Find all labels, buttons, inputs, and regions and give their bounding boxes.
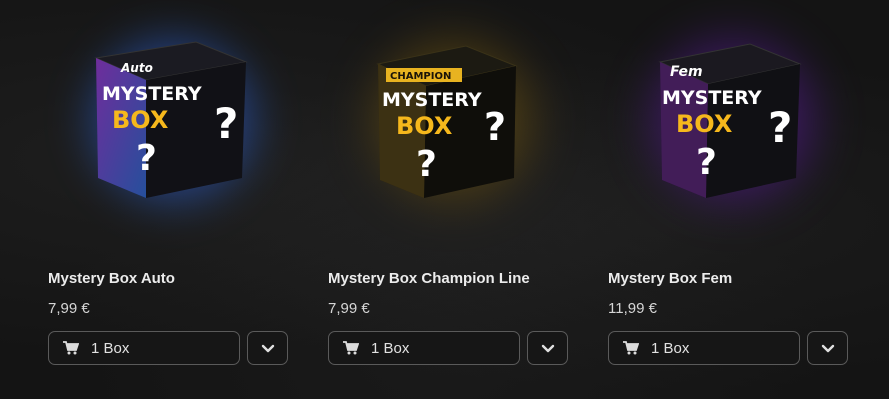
box-main-line1: MYSTERY <box>102 83 202 105</box>
chevron-down-icon <box>821 344 834 352</box>
mystery-box-image: Auto MYSTERY BOX ? ? <box>94 41 248 198</box>
box-main-line2: BOX <box>112 106 169 134</box>
product-price: 7,99 € <box>328 300 370 317</box>
box-top-word: CHAMPION <box>390 71 451 82</box>
box-main-line2: BOX <box>676 110 733 138</box>
cart-icon <box>343 341 359 355</box>
box-main-line1: MYSTERY <box>382 89 482 111</box>
question-mark-icon: ? <box>484 105 506 149</box>
question-mark-icon: ? <box>768 103 792 152</box>
quantity-label: 1 Box <box>651 339 690 357</box>
mystery-box-image: Fem MYSTERY BOX ? ? <box>658 43 802 198</box>
quantity-select[interactable]: 1 Box <box>328 331 520 365</box>
quantity-select[interactable]: 1 Box <box>48 331 240 365</box>
product-card-fem: Fem MYSTERY BOX ? ? Mystery Box Fem 11,9… <box>608 0 850 399</box>
chevron-down-icon <box>261 344 274 352</box>
quantity-label: 1 Box <box>91 339 130 357</box>
product-card-auto: Auto MYSTERY BOX ? ? Mystery Box Auto 7,… <box>48 0 290 399</box>
question-mark-icon: ? <box>416 144 437 185</box>
cart-icon <box>623 341 639 355</box>
chevron-down-icon <box>541 344 554 352</box>
product-price: 11,99 € <box>608 300 657 317</box>
product-image[interactable]: Fem MYSTERY BOX ? ? <box>608 0 850 240</box>
product-card-champion-line: CHAMPION MYSTERY BOX ? ? Mystery Box Cha… <box>328 0 570 399</box>
question-mark-icon: ? <box>214 99 238 148</box>
cart-icon <box>63 341 79 355</box>
dropdown-button[interactable] <box>247 331 288 365</box>
product-title[interactable]: Mystery Box Champion Line <box>328 270 530 287</box>
question-mark-icon: ? <box>136 138 157 179</box>
product-price: 7,99 € <box>48 300 90 317</box>
question-mark-icon: ? <box>696 142 717 183</box>
quantity-label: 1 Box <box>371 339 410 357</box>
mystery-box-image: CHAMPION MYSTERY BOX ? ? <box>376 45 518 198</box>
box-main-line1: MYSTERY <box>662 87 762 109</box>
dropdown-button[interactable] <box>807 331 848 365</box>
box-top-word: Fem <box>670 64 703 80</box>
product-image[interactable]: CHAMPION MYSTERY BOX ? ? <box>328 0 570 240</box>
box-top-word: Auto <box>120 61 153 75</box>
product-title[interactable]: Mystery Box Fem <box>608 270 732 287</box>
quantity-select[interactable]: 1 Box <box>608 331 800 365</box>
product-image[interactable]: Auto MYSTERY BOX ? ? <box>48 0 290 240</box>
product-title[interactable]: Mystery Box Auto <box>48 270 175 287</box>
box-main-line2: BOX <box>396 112 453 140</box>
dropdown-button[interactable] <box>527 331 568 365</box>
